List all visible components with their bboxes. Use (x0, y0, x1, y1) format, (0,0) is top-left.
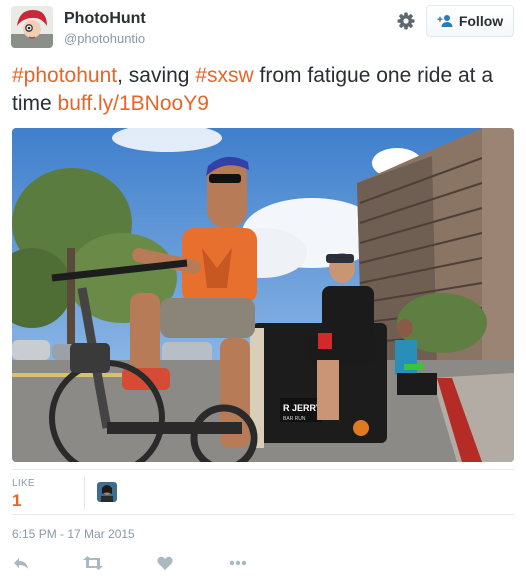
pedicab-subsign: BAR RUN (283, 416, 306, 422)
likes-label[interactable]: LIKE (12, 478, 35, 489)
divider-bottom (12, 514, 514, 515)
tweet-text-segment: , saving (117, 64, 196, 87)
user-handle[interactable]: @photohuntio (64, 31, 145, 46)
tweet-timestamp[interactable]: 6:15 PM - 17 Mar 2015 (12, 527, 135, 541)
stats-separator (84, 477, 85, 510)
liker-avatar[interactable] (97, 482, 117, 502)
avatar[interactable] (11, 6, 53, 48)
avatar-image (11, 6, 53, 48)
tweet-link[interactable]: #photohunt (12, 64, 117, 87)
more-icon[interactable] (228, 554, 248, 572)
tweet-photo[interactable]: R JERRY BAR RUN (12, 128, 514, 462)
retweet-icon[interactable] (82, 554, 104, 572)
tweet-text: #photohunt, saving #sxsw from fatigue on… (12, 62, 512, 118)
like-icon[interactable] (156, 554, 174, 572)
pedicab-sign: R JERRY (283, 403, 322, 413)
follow-label: Follow (458, 13, 504, 29)
likes-count[interactable]: 1 (12, 491, 21, 511)
user-display-name[interactable]: PhotoHunt (64, 10, 146, 28)
divider-top (12, 469, 514, 470)
tweet-link[interactable]: buff.ly/1BNooY9 (58, 92, 209, 115)
follow-button[interactable]: Follow (426, 5, 514, 37)
reply-icon[interactable] (12, 554, 30, 572)
tweet-link[interactable]: #sxsw (195, 64, 253, 87)
gear-icon[interactable] (396, 11, 416, 31)
follow-user-icon (437, 15, 453, 27)
